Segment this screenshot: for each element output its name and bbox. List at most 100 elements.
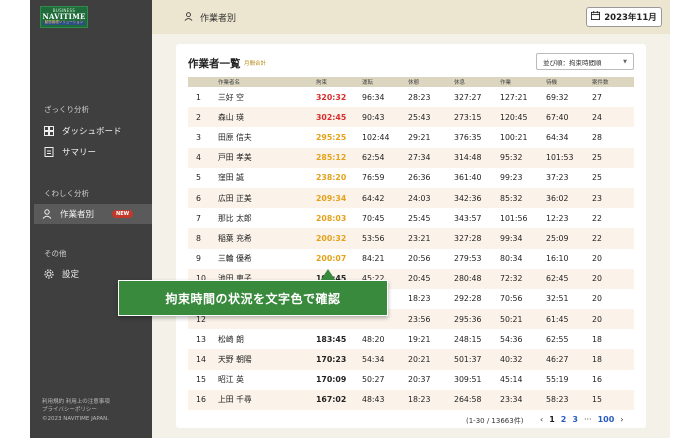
callout-banner: 拘束時間の状況を文字色で確認 [118, 280, 388, 316]
col-header-drive[interactable]: 運転 [356, 77, 402, 87]
cell-work: 23:34 [494, 389, 540, 410]
cell-wait: 69:32 [546, 92, 569, 102]
table-row[interactable]: 9 三輪 優希 200:07 84:21 20:56 279:53 80:34 16:10 20 [188, 249, 634, 269]
cell-break: 25:43 [402, 107, 448, 128]
cell-restraint: 200:32 [310, 228, 356, 249]
table-row[interactable]: 8 稲葉 充希 200:32 53:56 23:21 327:28 99:34 25:09 22 [188, 228, 634, 249]
cell-work: 72:32 [494, 268, 540, 289]
col-header-rest[interactable]: 休息 [448, 77, 494, 87]
month-label: 2023年11月 [604, 13, 657, 23]
cell-jobs: 25 [592, 173, 602, 183]
table-row[interactable]: 6 広田 正美 209:34 64:42 24:03 342:36 85:32 36:02 23 [188, 187, 634, 209]
col-header-restraint[interactable]: 拘束 [310, 77, 356, 87]
calendar-icon [591, 11, 601, 23]
cell-work: 85:32 [494, 187, 540, 209]
table-row[interactable]: 5 窪田 誠 238:20 76:59 26:36 361:40 99:23 37:23 25 [188, 168, 634, 188]
cell-wait: 58:23 [540, 389, 586, 410]
table-row[interactable]: 14 天野 朝陽 170:23 54:34 20:21 501:37 40:32 46:27 1… [188, 349, 634, 370]
cell-name: 那比 太郎 [218, 213, 252, 223]
next-page-button[interactable]: › [620, 415, 623, 424]
table-header-row: 作業者名 拘束 運転 休憩 休息 作業 待機 案件数 [188, 77, 634, 87]
col-header-jobs[interactable]: 案件数 [586, 77, 634, 87]
cell-rest: 343:57 [454, 213, 482, 223]
cell-no: 9 [196, 254, 201, 264]
cell-restraint: 170:09 [316, 375, 347, 385]
cell-restraint: 320:32 [316, 92, 347, 102]
page-nav: ‹ 1 2 3 ··· 100 › [540, 415, 623, 424]
sort-select[interactable]: 並び順：拘束時間順 ▼ [536, 53, 634, 70]
table-row[interactable]: 4 戸田 孝美 285:12 62:54 27:34 314:48 95:32 101:53 2… [188, 147, 634, 168]
cell-jobs: 25 [586, 147, 634, 168]
page-link-3[interactable]: 3 [572, 415, 578, 424]
logo[interactable]: BUSINESS NAVITIME 動態管理ソリューション [40, 6, 88, 28]
cell-work: 127:21 [500, 92, 528, 102]
cell-work: 54:36 [500, 334, 523, 344]
cell-break: 18:23 [402, 389, 448, 410]
cell-no: 2 [188, 107, 212, 128]
cell-wait: 25:09 [540, 228, 586, 249]
month-picker-button[interactable]: 2023年11月 [586, 7, 662, 27]
cell-wait: 101:53 [540, 147, 586, 168]
cell-wait: 62:55 [546, 334, 569, 344]
cell-wait: 67:40 [540, 107, 586, 128]
cell-drive: 50:27 [362, 375, 385, 385]
col-header-break[interactable]: 休憩 [402, 77, 448, 87]
col-header-name[interactable]: 作業者名 [212, 77, 310, 87]
cell-name: 広田 正美 [212, 187, 310, 209]
page-link-last[interactable]: 100 [598, 415, 615, 424]
cell-jobs: 16 [592, 375, 602, 385]
cell-break: 24:03 [402, 187, 448, 209]
sidebar-item-label: サマリー [62, 148, 97, 158]
cell-wait: 62:45 [540, 268, 586, 289]
cell-name: 戸田 孝美 [212, 147, 310, 168]
cell-work: 99:34 [494, 228, 540, 249]
table-row[interactable]: 7 那比 太郎 208:03 70:45 25:45 343:57 101:56 12:23 2… [188, 208, 634, 228]
user-icon [42, 209, 52, 219]
cell-wait: 55:19 [546, 375, 569, 385]
worker-list-card: 作業者一覧 月間合計 並び順：拘束時間順 ▼ 作業者名 拘束 運転 休憩 休息 … [176, 44, 646, 428]
cell-rest: 342:36 [448, 187, 494, 209]
cell-restraint: 208:03 [316, 213, 347, 223]
cell-work: 120:45 [494, 107, 540, 128]
cell-jobs: 15 [586, 389, 634, 410]
cell-rest: 314:48 [448, 147, 494, 168]
cell-work: 100:21 [500, 132, 528, 142]
page-link-2[interactable]: 2 [561, 415, 567, 424]
card-title: 作業者一覧 [188, 58, 241, 70]
sidebar-item-by-worker[interactable]: 作業者別 NEW [34, 204, 169, 224]
cell-no: 1 [196, 92, 201, 102]
cell-work: 40:32 [494, 349, 540, 370]
cell-jobs: 20 [592, 294, 602, 304]
table-row[interactable]: 15 昭江 英 170:09 50:27 20:37 309:51 45:14 55:19 16 [188, 370, 634, 390]
footer-privacy-link[interactable]: プライバシーポリシー [42, 406, 110, 414]
footer-terms-link[interactable]: 利用規約 利用上の注意事項 [42, 398, 110, 406]
cell-rest: 273:15 [448, 107, 494, 128]
page-link-1[interactable]: 1 [549, 415, 555, 424]
cell-drive: 62:54 [356, 147, 402, 168]
cell-no: 4 [188, 147, 212, 168]
cell-work: 95:32 [494, 147, 540, 168]
cell-wait: 37:23 [546, 173, 569, 183]
cell-break: 27:34 [402, 147, 448, 168]
sidebar-item-label: ダッシュボード [62, 127, 122, 137]
cell-drive: 84:21 [362, 254, 385, 264]
table-body: 1 三好 空 320:32 96:34 28:23 327:27 127:21 69:32 27… [188, 87, 634, 410]
table-row[interactable]: 16 上田 千尋 167:02 48:43 18:23 264:58 23:34 58:23 1… [188, 389, 634, 410]
cell-wait: 32:51 [546, 294, 569, 304]
prev-page-button[interactable]: ‹ [540, 415, 543, 424]
table-row[interactable]: 3 田原 信夫 295:25 102:44 29:21 376:35 100:21 64:34… [188, 127, 634, 147]
col-header-work[interactable]: 作業 [494, 77, 540, 87]
header-bar: 作業者別 2023年11月 [152, 0, 670, 34]
cell-restraint: 200:07 [316, 254, 347, 264]
cell-break: 20:45 [402, 268, 448, 289]
cell-no: 3 [196, 132, 201, 142]
cell-no: 7 [196, 213, 201, 223]
cell-jobs: 22 [586, 228, 634, 249]
table-row[interactable]: 2 森山 瑛 302:45 90:43 25:43 273:15 120:45 67:40 24 [188, 107, 634, 128]
cell-jobs: 24 [586, 107, 634, 128]
table-row[interactable]: 1 三好 空 320:32 96:34 28:23 327:27 127:21 69:32 27 [188, 87, 634, 107]
page-title: 作業者別 [184, 11, 236, 24]
cell-work: 101:56 [500, 213, 528, 223]
col-header-wait[interactable]: 待機 [540, 77, 586, 87]
table-row[interactable]: 13 松崎 朗 183:45 48:20 19:21 248:15 54:36 62:55 18 [188, 329, 634, 349]
